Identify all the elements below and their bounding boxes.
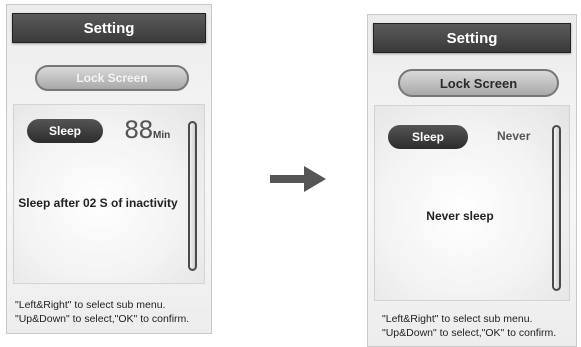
scrollbar[interactable] bbox=[552, 125, 561, 291]
instruction-hint: "Left&Right" to select sub menu. "Up&Dow… bbox=[382, 312, 556, 340]
hint-line: "Up&Down" to select,"OK" to confirm. bbox=[15, 313, 190, 325]
right-arrow-icon bbox=[270, 166, 326, 192]
sleep-unit: Min bbox=[153, 130, 171, 141]
tab-sleep[interactable]: Sleep bbox=[388, 125, 468, 149]
hint-line: "Up&Down" to select,"OK" to confirm. bbox=[382, 327, 557, 339]
screen-before: Setting Lock Screen Sleep 88 Min Sleep a… bbox=[6, 4, 212, 334]
content-panel: Sleep 88 Min Sleep after 02 S of inactiv… bbox=[13, 104, 205, 284]
screen-after: Setting Lock Screen Sleep Never Never sl… bbox=[367, 14, 577, 347]
status-message: Never sleep bbox=[426, 209, 494, 223]
sleep-value: Never bbox=[497, 129, 531, 143]
page-title: Setting bbox=[373, 23, 571, 53]
hint-line: "Left&Right" to select sub menu. bbox=[15, 299, 166, 311]
status-message: Sleep after 02 S of inactivity bbox=[18, 196, 178, 210]
menu-item-lock-screen[interactable]: Lock Screen bbox=[398, 69, 559, 97]
content-panel: Sleep Never Never sleep bbox=[374, 105, 570, 301]
scrollbar[interactable] bbox=[188, 121, 197, 271]
sleep-value: 88 bbox=[124, 116, 154, 144]
tab-sleep[interactable]: Sleep bbox=[27, 119, 103, 143]
menu-item-lock-screen[interactable]: Lock Screen bbox=[35, 65, 189, 91]
instruction-hint: "Left&Right" to select sub menu. "Up&Dow… bbox=[15, 298, 189, 326]
page-title: Setting bbox=[12, 13, 206, 43]
hint-line: "Left&Right" to select sub menu. bbox=[382, 313, 533, 325]
